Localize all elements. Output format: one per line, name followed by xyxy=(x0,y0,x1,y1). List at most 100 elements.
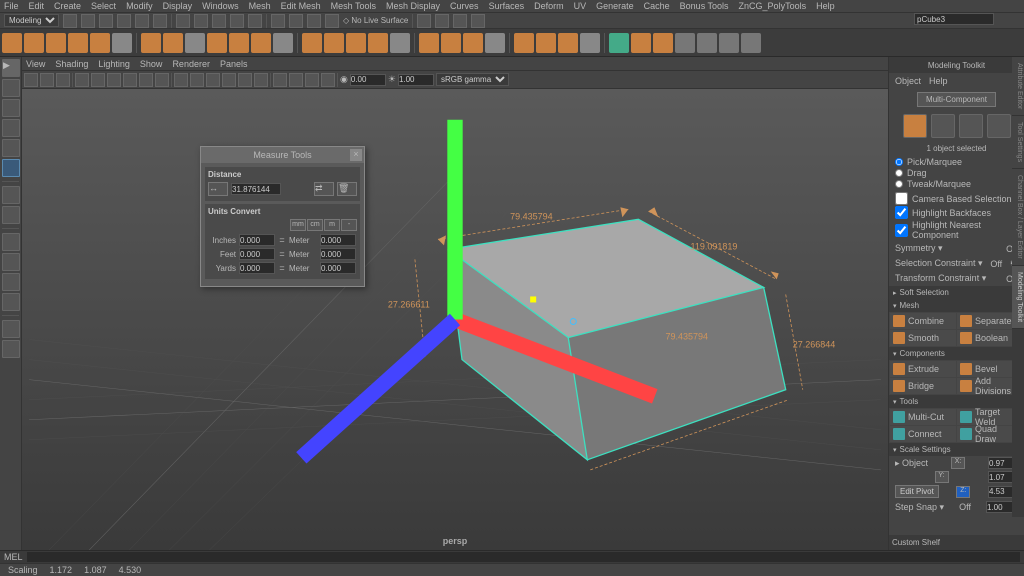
shelf-icon[interactable] xyxy=(558,33,578,53)
menu-select[interactable]: Select xyxy=(91,1,116,11)
shelf-icon[interactable] xyxy=(2,33,22,53)
menu-windows[interactable]: Windows xyxy=(202,1,239,11)
toolbar-icon[interactable] xyxy=(230,14,244,28)
panel-icon[interactable] xyxy=(238,73,252,87)
drag-radio[interactable] xyxy=(895,169,903,177)
scale-tool-icon[interactable] xyxy=(2,159,20,177)
panel-icon[interactable] xyxy=(305,73,319,87)
snap-icon[interactable] xyxy=(471,14,485,28)
snap-icon[interactable] xyxy=(453,14,467,28)
object-name-input[interactable] xyxy=(914,13,994,25)
inches-input[interactable] xyxy=(239,234,275,246)
shelf-icon[interactable] xyxy=(24,33,44,53)
panel-icon[interactable] xyxy=(40,73,54,87)
shelf-icon[interactable] xyxy=(485,33,505,53)
menu-curves[interactable]: Curves xyxy=(450,1,479,11)
shelf-icon[interactable] xyxy=(675,33,695,53)
layout-icon[interactable] xyxy=(2,253,20,271)
unit-tab[interactable]: mm xyxy=(290,219,306,231)
menu-bonus[interactable]: Bonus Tools xyxy=(680,1,729,11)
render-icon[interactable] xyxy=(307,14,321,28)
panel-menu-shading[interactable]: Shading xyxy=(55,59,88,69)
layout-icon[interactable] xyxy=(2,320,20,338)
multicut-button[interactable]: Multi-Cut xyxy=(890,409,956,425)
toolbar-icon[interactable] xyxy=(117,14,131,28)
menu-meshtools[interactable]: Mesh Tools xyxy=(331,1,376,11)
panel-icon[interactable] xyxy=(174,73,188,87)
face-mode-icon[interactable] xyxy=(987,114,1011,138)
pick-marquee-radio[interactable] xyxy=(895,158,903,166)
panel-icon[interactable] xyxy=(289,73,303,87)
toolbar-icon[interactable] xyxy=(153,14,167,28)
toolbar-icon[interactable] xyxy=(81,14,95,28)
panel-menu-renderer[interactable]: Renderer xyxy=(172,59,210,69)
shelf-icon[interactable] xyxy=(324,33,344,53)
object-mode-icon[interactable] xyxy=(903,114,927,138)
menu-file[interactable]: File xyxy=(4,1,19,11)
shelf-icon[interactable] xyxy=(631,33,651,53)
toolbar-icon[interactable] xyxy=(99,14,113,28)
shelf-icon[interactable] xyxy=(609,33,629,53)
meter-input[interactable] xyxy=(320,248,356,260)
snap-icon[interactable] xyxy=(435,14,449,28)
panel-icon[interactable] xyxy=(206,73,220,87)
panel-icon[interactable] xyxy=(139,73,153,87)
menu-create[interactable]: Create xyxy=(54,1,81,11)
menu-uv[interactable]: UV xyxy=(574,1,587,11)
layout-icon[interactable] xyxy=(2,273,20,291)
tab-help[interactable]: Help xyxy=(929,76,948,86)
measure-tools-panel[interactable]: Measure Tools × Distance ↔ ⇄ 🗑 Units Con… xyxy=(200,146,365,287)
close-icon[interactable]: × xyxy=(350,149,362,161)
layout-icon[interactable] xyxy=(2,186,20,204)
shelf-icon[interactable] xyxy=(207,33,227,53)
menu-generate[interactable]: Generate xyxy=(596,1,634,11)
multi-component-button[interactable]: Multi-Component xyxy=(917,92,996,107)
edge-mode-icon[interactable] xyxy=(959,114,983,138)
panel-icon[interactable] xyxy=(321,73,335,87)
mesh-header[interactable]: Mesh xyxy=(889,299,1024,312)
shelf-icon[interactable] xyxy=(302,33,322,53)
combine-button[interactable]: Combine xyxy=(890,313,956,329)
unit-tab[interactable]: m xyxy=(324,219,340,231)
meter-input[interactable] xyxy=(320,234,356,246)
toolbar-icon[interactable] xyxy=(135,14,149,28)
panel-menu-lighting[interactable]: Lighting xyxy=(98,59,130,69)
extrude-button[interactable]: Extrude xyxy=(890,361,956,377)
menu-editmesh[interactable]: Edit Mesh xyxy=(281,1,321,11)
scale-settings-header[interactable]: Scale Settings xyxy=(889,443,1024,456)
connect-button[interactable]: Connect xyxy=(890,426,956,442)
shelf-icon[interactable] xyxy=(719,33,739,53)
measure-mode-icon[interactable]: ↔ xyxy=(208,182,228,196)
menu-deform[interactable]: Deform xyxy=(534,1,564,11)
layout-icon[interactable] xyxy=(2,293,20,311)
mel-input[interactable] xyxy=(27,552,1020,562)
hl-nearest-check[interactable] xyxy=(895,224,908,237)
edit-pivot-button[interactable]: Edit Pivot xyxy=(895,485,939,498)
viewport-3d[interactable]: 79.435794 119.091819 27.266611 27.266844… xyxy=(22,89,888,550)
rotate-tool-icon[interactable] xyxy=(2,139,20,157)
menu-display[interactable]: Display xyxy=(163,1,193,11)
menu-help[interactable]: Help xyxy=(816,1,835,11)
toolbar-icon[interactable] xyxy=(212,14,226,28)
panel-menu-panels[interactable]: Panels xyxy=(220,59,248,69)
render-icon[interactable] xyxy=(271,14,285,28)
menu-meshdisplay[interactable]: Mesh Display xyxy=(386,1,440,11)
menu-edit[interactable]: Edit xyxy=(29,1,45,11)
shelf-icon[interactable] xyxy=(419,33,439,53)
distance-input[interactable] xyxy=(231,183,281,195)
tweak-radio[interactable] xyxy=(895,180,903,188)
render-icon[interactable] xyxy=(325,14,339,28)
render-icon[interactable] xyxy=(289,14,303,28)
layout-icon[interactable] xyxy=(2,233,20,251)
fov-input[interactable] xyxy=(350,74,386,86)
select-tool-icon[interactable]: ▶ xyxy=(2,59,20,77)
shelf-icon[interactable] xyxy=(273,33,293,53)
tab-object[interactable]: Object xyxy=(895,76,921,86)
paint-select-icon[interactable] xyxy=(2,99,20,117)
vtab-channel[interactable]: Channel Box / Layer Editor xyxy=(1012,169,1024,266)
move-tool-icon[interactable] xyxy=(2,119,20,137)
shelf-icon[interactable] xyxy=(90,33,110,53)
yards-input[interactable] xyxy=(239,262,275,274)
measure-btn-icon[interactable]: ⇄ xyxy=(314,182,334,196)
panel-icon[interactable] xyxy=(24,73,38,87)
